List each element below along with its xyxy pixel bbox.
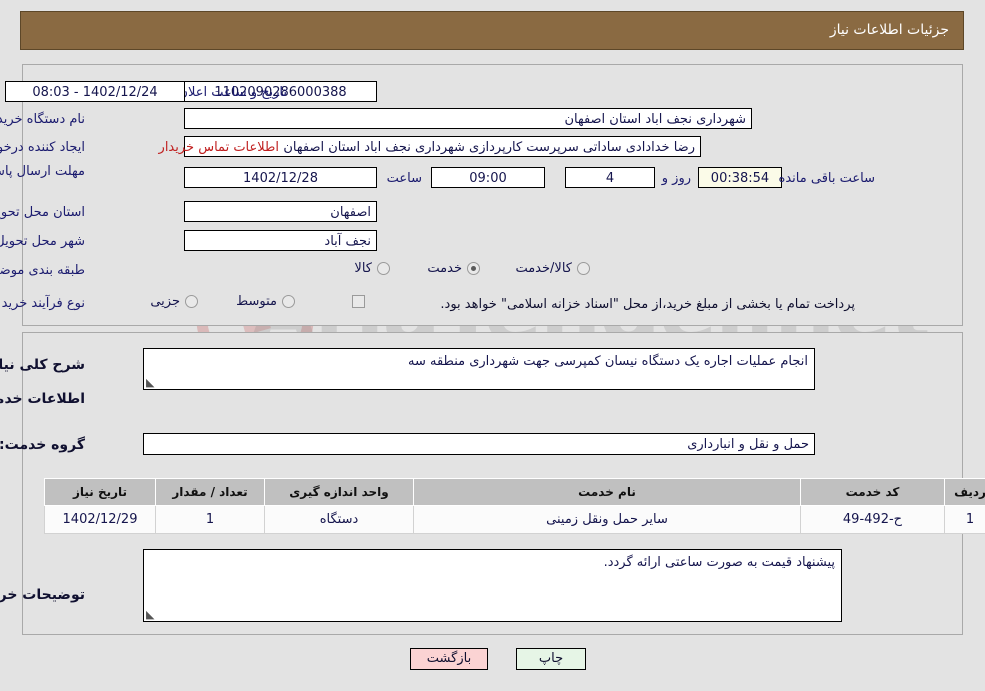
page-root: AriaTender.net جزئیات اطلاعات نیاز شماره… — [0, 0, 985, 691]
process-option-motavaset[interactable]: متوسط — [236, 294, 295, 309]
province-label: استان محل تحویل: — [0, 205, 85, 220]
notes-resize-grip-icon[interactable]: ◢ — [146, 608, 156, 621]
services-table: ردیف کد خدمت نام خدمت واحد اندازه گیری ت… — [44, 478, 985, 534]
process-option-jozi-label: جزیی — [150, 294, 180, 309]
table-row: 1 ح-492-49 سایر حمل ونقل زمینی دستگاه 1 … — [44, 505, 985, 534]
radio-kala-icon[interactable] — [377, 262, 390, 275]
notes-value: پیشنهاد قیمت به صورت ساعتی ارائه گردد. — [603, 555, 835, 570]
cell-row: 1 — [944, 505, 985, 534]
deadline-hour-label: ساعت — [386, 171, 422, 186]
radio-kala-khedmat-icon[interactable] — [577, 262, 590, 275]
category-option-khedmat-label: خدمت — [427, 261, 462, 276]
countdown-label: ساعت باقی مانده — [778, 171, 875, 186]
col-date: تاریخ نیاز — [44, 478, 156, 506]
creator-label: ایجاد کننده درخواست: — [0, 140, 85, 155]
buyer-org-value: شهرداری نجف اباد استان اصفهان — [184, 108, 752, 129]
countdown-value: 00:38:54 — [698, 167, 782, 188]
col-qty: تعداد / مقدار — [155, 478, 265, 506]
back-button[interactable]: بازگشت — [410, 648, 488, 670]
service-group-label: گروه خدمت: — [0, 437, 85, 453]
process-option-jozi[interactable]: جزیی — [150, 294, 198, 309]
deadline-date-value: 1402/12/28 — [184, 167, 377, 188]
cell-unit: دستگاه — [264, 505, 414, 534]
category-option-kala-label: کالا — [354, 261, 372, 276]
public-announcement-value: 1402/12/24 - 08:03 — [5, 81, 185, 102]
deadline-label-text: مهلت ارسال پاسخ: تا تاریخ: — [0, 164, 85, 179]
deadline-time-value: 09:00 — [431, 167, 545, 188]
cell-code: ح-492-49 — [800, 505, 945, 534]
services-heading: اطلاعات خدمات مورد نیاز — [0, 391, 85, 407]
category-option-kala-khedmat[interactable]: کالا/خدمت — [515, 261, 590, 276]
window-titlebar: جزئیات اطلاعات نیاز — [20, 11, 964, 50]
province-value: اصفهان — [184, 201, 377, 222]
summary-label: شرح کلی نیاز: — [0, 357, 85, 373]
remaining-days-label: روز و — [661, 171, 691, 186]
col-row: ردیف — [944, 478, 985, 506]
deadline-label: مهلت ارسال پاسخ: تا تاریخ: — [0, 163, 85, 180]
cell-name: سایر حمل ونقل زمینی — [413, 505, 801, 534]
summary-value: انجام عملیات اجاره یک دستگاه نیسان کمپرس… — [408, 354, 808, 369]
cell-date: 1402/12/29 — [44, 505, 156, 534]
summary-textarea[interactable]: انجام عملیات اجاره یک دستگاه نیسان کمپرس… — [143, 348, 815, 390]
remaining-days-value: 4 — [565, 167, 655, 188]
page-title: جزئیات اطلاعات نیاز — [829, 22, 949, 38]
notes-label: توضیحات خریدار: — [0, 587, 85, 603]
buyer-org-label: نام دستگاه خریدار: — [0, 112, 85, 127]
process-label: نوع فرآیند خرید : — [0, 296, 85, 311]
city-label: شهر محل تحویل: — [0, 234, 85, 249]
table-header-row: ردیف کد خدمت نام خدمت واحد اندازه گیری ت… — [44, 478, 985, 506]
category-label: طبقه بندی موضوعی: — [0, 263, 85, 278]
treasury-text: پرداخت تمام یا بخشی از مبلغ خرید،از محل … — [440, 297, 855, 312]
service-group-value: حمل و نقل و انبارداری — [143, 433, 815, 455]
category-option-kala[interactable]: کالا — [354, 261, 390, 276]
col-name: نام خدمت — [413, 478, 801, 506]
category-option-kala-khedmat-label: کالا/خدمت — [515, 261, 572, 276]
resize-grip-icon[interactable]: ◢ — [146, 376, 156, 389]
process-option-motavaset-label: متوسط — [236, 294, 277, 309]
buyer-contact-link[interactable]: اطلاعات تماس خریدار — [159, 140, 279, 155]
print-button[interactable]: چاپ — [516, 648, 586, 670]
treasury-checkbox[interactable] — [352, 295, 365, 308]
radio-khedmat-icon[interactable] — [467, 262, 480, 275]
need-info-panel — [22, 64, 963, 326]
city-value: نجف آباد — [184, 230, 377, 251]
cell-qty: 1 — [155, 505, 265, 534]
radio-motavaset-icon[interactable] — [282, 295, 295, 308]
notes-textarea[interactable]: پیشنهاد قیمت به صورت ساعتی ارائه گردد. ◢ — [143, 549, 842, 622]
category-option-khedmat[interactable]: خدمت — [427, 261, 480, 276]
col-code: کد خدمت — [800, 478, 945, 506]
col-unit: واحد اندازه گیری — [264, 478, 414, 506]
radio-jozi-icon[interactable] — [185, 295, 198, 308]
